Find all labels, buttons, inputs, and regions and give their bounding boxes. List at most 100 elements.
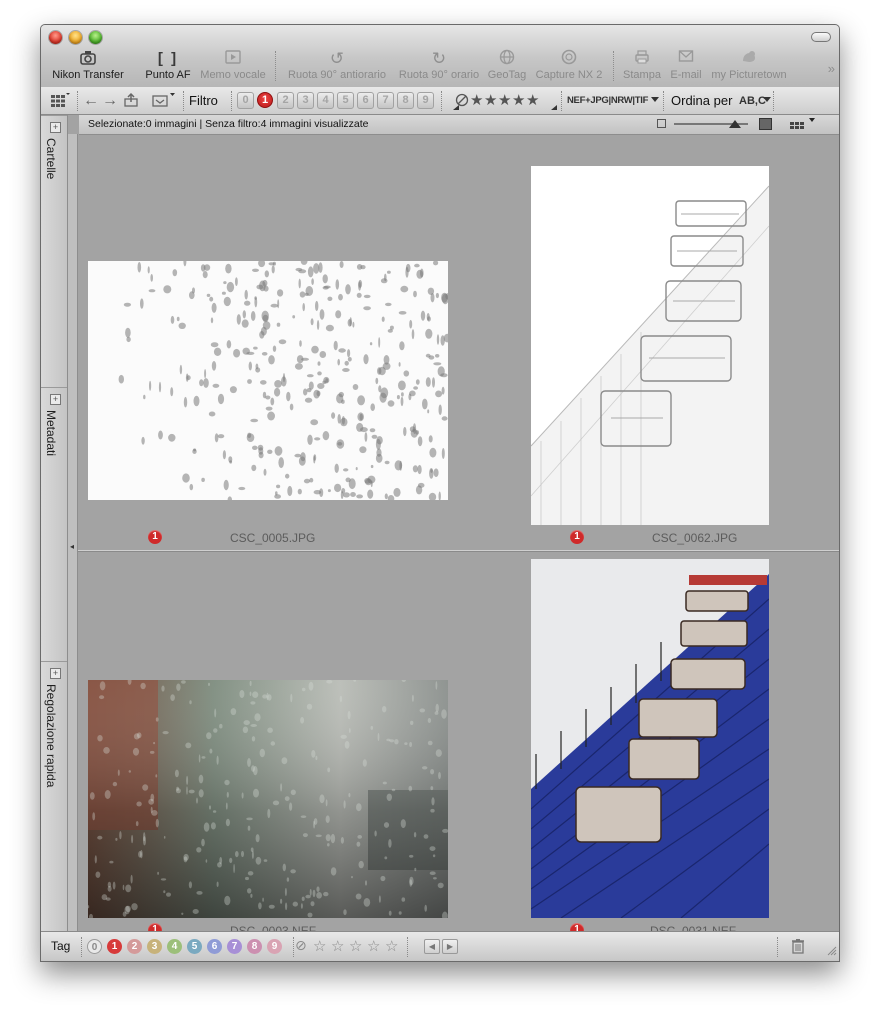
- label-filter-3[interactable]: 3: [297, 92, 314, 109]
- tag-color-7[interactable]: 7: [227, 939, 242, 954]
- capture-nx-button[interactable]: Capture NX 2: [533, 49, 605, 81]
- label-filter-9[interactable]: 9: [417, 92, 434, 109]
- toolbar-overflow-icon[interactable]: »: [828, 61, 835, 76]
- back-arrow-icon[interactable]: ←: [83, 92, 99, 110]
- minimize-window-button[interactable]: [69, 31, 82, 44]
- thumbnail-size-slider[interactable]: [674, 120, 748, 128]
- rating-filter[interactable]: ★ ★ ★ ★ ★: [453, 91, 557, 110]
- favorites-dropdown-icon[interactable]: [151, 92, 177, 110]
- slider-thumb-icon[interactable]: [729, 120, 741, 128]
- label-filter-0[interactable]: 0: [237, 92, 254, 109]
- raindrop-mark: [225, 263, 232, 274]
- star-5-icon[interactable]: ☆: [385, 937, 398, 955]
- upload-icon[interactable]: [123, 92, 139, 110]
- label-filter-8[interactable]: 8: [397, 92, 414, 109]
- tag-color-5[interactable]: 5: [187, 939, 202, 954]
- raindrop-mark: [161, 685, 165, 692]
- tag-color-1[interactable]: 1: [107, 939, 122, 954]
- expand-folders-icon[interactable]: +: [50, 122, 61, 133]
- thumbnail-image-blue-sign[interactable]: [531, 559, 769, 918]
- raindrop-mark: [216, 881, 219, 887]
- raindrop-mark: [370, 403, 376, 411]
- star-2-icon[interactable]: ☆: [331, 937, 344, 955]
- expand-metadata-icon[interactable]: +: [50, 394, 61, 405]
- previous-image-button[interactable]: ◀: [424, 939, 440, 954]
- raindrop-mark: [347, 710, 351, 720]
- expand-quick-adjust-icon[interactable]: +: [50, 668, 61, 679]
- thumbnail-cell[interactable]: 1 DSC_0031.NEF: [458, 553, 838, 938]
- clear-rating-icon[interactable]: ⊘: [295, 937, 307, 954]
- tag-bar: Tag 0123456789 ⊘ ☆ ☆ ☆ ☆ ☆ ◀ ▶: [41, 931, 839, 961]
- raindrop-mark: [198, 754, 201, 763]
- collapse-arrow-icon[interactable]: ◂: [70, 542, 74, 551]
- tag-color-0[interactable]: 0: [87, 939, 102, 954]
- raindrop-mark: [289, 403, 294, 411]
- af-point-button[interactable]: [ ] Punto AF: [142, 49, 194, 81]
- file-type-filter[interactable]: NEF+JPG|NRW|TIF: [567, 92, 648, 110]
- filter-separator: [561, 91, 563, 111]
- raindrop-mark: [206, 732, 212, 740]
- metadata-panel[interactable]: + Metadati: [41, 387, 67, 662]
- my-picturetown-button[interactable]: my Picturetown: [709, 49, 789, 81]
- nikon-transfer-button[interactable]: Nikon Transfer: [49, 49, 127, 81]
- small-thumbnail-icon[interactable]: [657, 119, 666, 128]
- thumbnail-cell[interactable]: 1 DSC_0003.NEF: [78, 553, 458, 938]
- thumbnail-grid-icon[interactable]: [49, 92, 71, 110]
- tag-color-4[interactable]: 4: [167, 939, 182, 954]
- label-filter-1[interactable]: 1: [257, 92, 273, 108]
- tag-color-6[interactable]: 6: [207, 939, 222, 954]
- tag-color-8[interactable]: 8: [247, 939, 262, 954]
- raindrop-mark: [357, 412, 365, 422]
- tag-color-3[interactable]: 3: [147, 939, 162, 954]
- close-window-button[interactable]: [49, 31, 62, 44]
- metadata-tab-label[interactable]: Metadati: [44, 410, 58, 456]
- forward-arrow-icon[interactable]: →: [102, 92, 118, 110]
- sort-dropdown-icon[interactable]: [763, 90, 771, 108]
- label-filter-7[interactable]: 7: [377, 92, 394, 109]
- raindrop-mark: [364, 432, 368, 442]
- rotate-ccw-button[interactable]: ↺ Ruota 90° antiorario: [287, 49, 387, 81]
- thumbnail-cell[interactable]: 1 CSC_0062.JPG: [458, 135, 838, 545]
- thumbnail-image-raindrops-bw[interactable]: [88, 261, 448, 500]
- star-4-icon[interactable]: ☆: [367, 937, 380, 955]
- raindrop-mark: [365, 880, 367, 886]
- star-1-icon[interactable]: ☆: [313, 937, 326, 955]
- large-thumbnail-icon[interactable]: [759, 118, 772, 130]
- rotate-cw-button[interactable]: ↻ Ruota 90° orario: [395, 49, 483, 81]
- thumbnail-cell[interactable]: 1 CSC_0005.JPG: [78, 135, 458, 545]
- raindrop-mark: [105, 897, 111, 901]
- thumbnail-image-sign-sketch[interactable]: [531, 166, 769, 525]
- raindrop-mark: [381, 316, 385, 322]
- print-button[interactable]: Stampa: [621, 49, 663, 81]
- voice-memo-button[interactable]: Memo vocale: [199, 49, 267, 81]
- sort-by-dropdown[interactable]: AB,C: [739, 92, 766, 110]
- resize-grip-icon[interactable]: [825, 944, 837, 959]
- raindrop-mark: [305, 894, 311, 899]
- next-image-button[interactable]: ▶: [442, 939, 458, 954]
- panel-resize-handle[interactable]: ◂: [68, 134, 78, 933]
- tag-color-9[interactable]: 9: [267, 939, 282, 954]
- raindrop-mark: [136, 801, 142, 807]
- tag-color-2[interactable]: 2: [127, 939, 142, 954]
- toolbar-toggle-button[interactable]: [811, 32, 831, 42]
- label-filter-6[interactable]: 6: [357, 92, 374, 109]
- star-3-icon[interactable]: ☆: [349, 937, 362, 955]
- view-mode-dropdown-icon[interactable]: [789, 117, 817, 134]
- quick-adjust-panel[interactable]: + Regolazione rapida: [41, 661, 67, 934]
- folders-tab-label[interactable]: Cartelle: [44, 138, 58, 179]
- geotag-button[interactable]: GeoTag: [487, 49, 527, 81]
- trash-icon[interactable]: [791, 938, 805, 957]
- email-button[interactable]: E-mail: [667, 49, 705, 81]
- raindrop-mark: [248, 361, 252, 371]
- label-filter-4[interactable]: 4: [317, 92, 334, 109]
- raindrop-mark: [112, 781, 118, 787]
- file-type-dropdown-icon[interactable]: [651, 90, 659, 108]
- raindrop-mark: [148, 289, 156, 293]
- thumbnail-image-rain-window[interactable]: [88, 680, 448, 918]
- folders-panel[interactable]: + Cartelle: [41, 115, 67, 388]
- label-filter-5[interactable]: 5: [337, 92, 354, 109]
- raindrop-mark: [270, 741, 276, 746]
- label-filter-2[interactable]: 2: [277, 92, 294, 109]
- zoom-window-button[interactable]: [89, 31, 102, 44]
- quick-adjust-tab-label[interactable]: Regolazione rapida: [44, 684, 58, 787]
